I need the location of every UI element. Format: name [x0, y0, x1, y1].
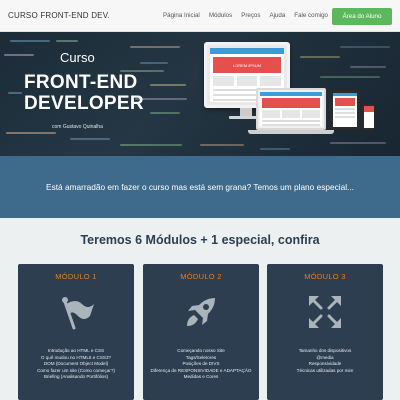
- promo-band: Está amarradão em fazer o curso mas está…: [0, 156, 400, 218]
- promo-link[interactable]: Está amarradão em fazer o curso mas está…: [46, 182, 354, 192]
- module-card-title: MÓDULO 2: [180, 272, 222, 281]
- list-item: O quê mudou no HTML5 e CSS3?: [40, 354, 112, 360]
- list-item: Como fazer um site (Como começar?): [37, 367, 115, 373]
- student-area-button[interactable]: Área do Aluno: [332, 8, 392, 25]
- hero-title: FRONT-END DEVELOPER: [24, 72, 144, 114]
- module-card-2[interactable]: MÓDULO 2 Começando nosso Site Tags/Selet…: [143, 264, 259, 400]
- laptop-image: [256, 88, 326, 130]
- nav-link-help[interactable]: Ajuda: [269, 12, 285, 19]
- list-item: Medidas e Cores: [183, 374, 219, 380]
- module-topic-list: Tamanho dos dispositivos @media Responsi…: [267, 348, 383, 374]
- nav-link-prices[interactable]: Preços: [241, 12, 260, 19]
- hero-banner: Curso FRONT-END DEVELOPER com Gustavo Qu…: [0, 32, 400, 156]
- flag-icon: [62, 297, 94, 330]
- main-menu: Página Inicial Módulos Preços Ajuda Fale…: [163, 12, 328, 19]
- tablet-image: [330, 90, 360, 130]
- rocket-icon: [187, 298, 215, 326]
- mock-banner-label: LOREM IPSUM: [213, 57, 281, 73]
- module-card-3[interactable]: MÓDULO 3 Tamanho dos dispositivos @media…: [267, 264, 383, 400]
- list-item: Introdução ao HTML e CSS: [47, 348, 105, 353]
- list-item: Briefing (Analisando Portifólios): [43, 374, 109, 380]
- modules-heading: Teremos 6 Módulos + 1 especial, confira: [80, 233, 320, 247]
- hero-title-line-1: FRONT-END: [24, 72, 138, 93]
- list-item: Começando nosso Site: [177, 348, 225, 353]
- list-item: DOM (Document Object Model): [43, 361, 109, 367]
- hero-author: com Gustavo Quinalha: [52, 124, 103, 130]
- list-item: Diferença de RESPONSIVIDADE e ADAPTAÇÃO: [150, 367, 252, 373]
- site-brand[interactable]: CURSO FRONT-END DEV.: [8, 11, 110, 20]
- module-topic-list: Introdução ao HTML e CSS O quê mudou no …: [18, 348, 134, 381]
- page: CURSO FRONT-END DEV. Página Inicial Módu…: [0, 0, 400, 400]
- nav-link-modules[interactable]: Módulos: [209, 12, 232, 19]
- list-item: @media: [316, 354, 334, 360]
- list-item: Responsividade: [308, 361, 342, 367]
- list-item: Técnicas utilizadas por mim: [296, 367, 354, 373]
- list-item: Posições de DIVS: [182, 361, 220, 367]
- top-navbar: CURSO FRONT-END DEV. Página Inicial Módu…: [0, 0, 400, 32]
- module-topic-list: Começando nosso Site Tags/Seletores Posi…: [143, 348, 259, 381]
- hero-title-line-2: DEVELOPER: [24, 93, 144, 114]
- nav-link-home[interactable]: Página Inicial: [163, 12, 200, 19]
- module-card-title: MÓDULO 1: [55, 272, 97, 281]
- module-card-title: MÓDULO 3: [304, 272, 346, 281]
- list-item: Tamanho dos dispositivos: [298, 348, 352, 353]
- hero-kicker: Curso: [60, 50, 95, 65]
- expand-arrows-icon: [309, 296, 341, 328]
- nav-link-contact[interactable]: Fale comigo: [294, 12, 328, 19]
- list-item: Tags/Seletores: [185, 354, 217, 360]
- module-card-1[interactable]: MÓDULO 1 Introdução ao HTML e CSS O quê …: [18, 264, 134, 400]
- phone-image: [362, 104, 375, 130]
